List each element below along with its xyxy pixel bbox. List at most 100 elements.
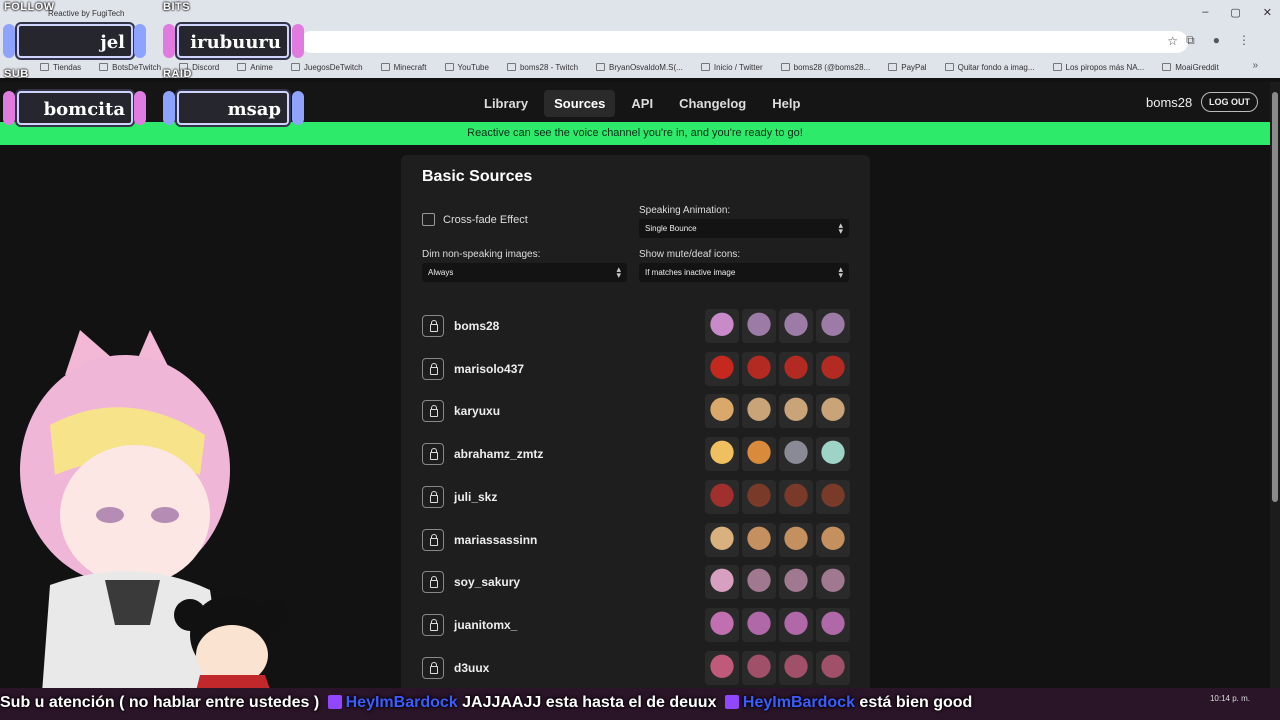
avatar-thumbnail[interactable] [779,522,813,557]
avatar-thumbnail[interactable] [705,522,739,557]
bookmark-item[interactable]: boms28 (@boms28... [780,63,870,72]
avatar-thumbnail[interactable] [705,565,739,600]
extensions-icon[interactable]: ⧉ [1186,33,1195,48]
avatar-thumbnail[interactable] [742,309,776,343]
bookmark-item[interactable]: Minecraft [380,63,427,72]
close-icon[interactable]: ✕ [1263,6,1272,19]
avatar-thumbnails [705,309,850,343]
lock-icon[interactable] [422,571,444,594]
window-controls: – ▢ ✕ [1202,6,1272,19]
bookmark-label: Tiendas [53,62,82,72]
bookmark-item[interactable]: Anime [237,63,273,72]
avatar-thumbnail[interactable] [816,650,850,685]
nav-link-sources[interactable]: Sources [544,90,616,117]
lock-icon[interactable] [422,357,444,380]
current-user[interactable]: boms28 [1146,95,1192,110]
avatar-thumbnail[interactable] [816,479,850,514]
avatar-thumbnail[interactable] [779,479,813,514]
raid-box: msap [177,91,289,125]
select-arrows-icon: ▴ ▾ [838,220,843,236]
dim-images-value: Always [428,268,454,277]
avatar-thumbnail[interactable] [705,309,739,343]
bookmarks-more-icon[interactable]: » [1252,60,1258,71]
avatar-thumbnail[interactable] [779,437,813,472]
mute-icons-select[interactable]: If matches inactive image ▴ ▾ [639,263,849,282]
nav-link-help[interactable]: Help [762,90,810,117]
avatar-thumbnail[interactable] [742,607,776,642]
taskbar-clock[interactable]: 10:14 p. m. [1210,694,1250,704]
avatar-thumbnail[interactable] [779,650,813,685]
avatar-thumbnail[interactable] [816,394,850,429]
menu-icon[interactable]: ⋮ [1238,33,1250,48]
avatar-thumbnail[interactable] [816,309,850,343]
avatar-thumbnail[interactable] [816,565,850,600]
lock-icon[interactable] [422,400,444,423]
bookmark-item[interactable]: MoaiGreddit [1162,63,1219,72]
url-input[interactable]: ☆ [300,31,1188,53]
avatar-thumbnail[interactable] [705,650,739,685]
user-name: juanitomx_ [454,617,518,632]
avatar-thumbnail[interactable] [742,650,776,685]
avatar-thumbnail[interactable] [742,479,776,514]
avatar-thumbnail[interactable] [779,309,813,343]
dim-images-select[interactable]: Always ▴ ▾ [422,263,627,282]
bookmark-item[interactable]: YouTube [444,63,489,72]
user-name: marisolo437 [454,361,525,376]
nav-link-library[interactable]: Library [474,90,538,117]
bookmark-item[interactable]: PayPal [888,63,927,72]
bookmark-item[interactable]: BryanOsvaldoM.S(... [596,63,683,72]
nav-link-api[interactable]: API [621,90,663,117]
avatar-thumbnail[interactable] [742,565,776,600]
user-row: marisolo437 [422,351,850,388]
bookmark-item[interactable]: Tiendas [40,63,81,72]
bookmark-label: JuegosDeTwitch [303,62,363,72]
lock-icon[interactable] [422,443,444,466]
minimize-icon[interactable]: – [1202,6,1208,19]
avatar-thumbnail[interactable] [705,437,739,472]
nav-link-changelog[interactable]: Changelog [669,90,756,117]
avatar-thumbnail[interactable] [779,607,813,642]
bookmark-item[interactable]: Los piropos más NA... [1052,63,1144,72]
lock-icon[interactable] [422,656,444,679]
avatar-thumbnail[interactable] [705,479,739,514]
lock-icon[interactable] [422,315,444,337]
avatar-thumbnail[interactable] [742,351,776,386]
avatar-thumbnail[interactable] [705,607,739,642]
avatar-thumbnail[interactable] [816,351,850,386]
bookmark-item[interactable]: Quitar fondo a imag... [944,63,1035,72]
bookmark-item[interactable]: JuegosDeTwitch [290,62,363,72]
chat-marquee: Sub u atención ( no hablar entre ustedes… [0,694,1280,712]
avatar-thumbnail[interactable] [816,437,850,472]
avatar-thumbnails [705,565,850,600]
avatar-thumbnail[interactable] [742,522,776,557]
lock-icon[interactable] [422,613,444,636]
bookmark-label: Inicio / Twitter [713,62,763,72]
raid-name: msap [227,99,281,120]
avatar-thumbnail[interactable] [779,351,813,386]
avatar-thumbnail[interactable] [779,565,813,600]
avatar-thumbnail[interactable] [779,394,813,429]
avatar-thumbnail[interactable] [705,394,739,429]
bookmark-item[interactable]: boms28 - Twitch [506,63,578,72]
crossfade-option[interactable]: Cross-fade Effect [422,213,528,226]
dim-images-label: Dim non-speaking images: [422,249,541,260]
scrollbar-thumb[interactable] [1272,92,1278,502]
bookmark-star-icon[interactable]: ☆ [1167,34,1178,48]
lock-icon[interactable] [422,485,444,508]
crossfade-checkbox[interactable] [422,213,435,226]
avatar-thumbnail[interactable] [742,394,776,429]
browser-tab-title[interactable]: Reactive by FugiTech [48,9,124,18]
bookmark-item[interactable]: BotsDeTwitch [99,63,161,72]
logout-button[interactable]: LOG OUT [1201,92,1258,112]
avatar-thumbnail[interactable] [816,522,850,557]
lock-icon[interactable] [422,528,444,551]
maximize-icon[interactable]: ▢ [1230,6,1240,19]
profile-icon[interactable]: ● [1213,33,1220,48]
speaking-animation-select[interactable]: Single Bounce ▴ ▾ [639,219,849,238]
bits-name: irubuuru [190,32,281,53]
bookmark-item[interactable]: Inicio / Twitter [700,62,763,72]
avatar-thumbnail[interactable] [705,351,739,386]
avatar-thumbnail[interactable] [816,607,850,642]
avatar-thumbnail[interactable] [742,437,776,472]
nav-links: Library Sources API Changelog Help [474,90,810,117]
